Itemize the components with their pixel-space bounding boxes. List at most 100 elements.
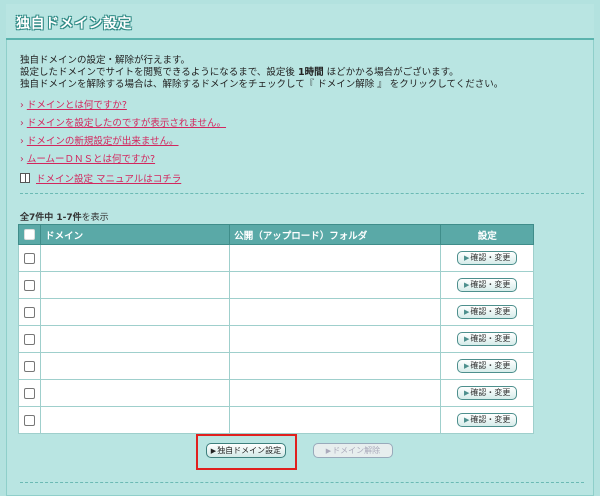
arrow-right-icon: ▶ — [464, 308, 470, 316]
confirm-change-label: 確認・変更 — [470, 280, 511, 289]
domain-cell — [40, 406, 231, 434]
select-all-cell — [17, 224, 42, 245]
row-checkbox[interactable] — [24, 252, 36, 264]
folder-cell — [229, 244, 442, 272]
arrow-right-icon: ▶ — [464, 416, 470, 424]
row-checkbox[interactable] — [24, 333, 36, 345]
confirm-change-label: 確認・変更 — [470, 334, 511, 343]
row-check-cell — [17, 379, 42, 407]
manual-link-row: ドメイン設定 マニュアルはコチラ — [20, 171, 181, 185]
setting-cell: ▶確認・変更 — [440, 244, 534, 272]
manual-link[interactable]: ドメイン設定 マニュアルはコチラ — [36, 174, 181, 185]
domain-cell — [40, 352, 231, 380]
row-check-cell — [17, 298, 42, 326]
help-link-row: › ドメインの新規設定が出来ません。 — [20, 136, 226, 154]
help-link-row: › ドメインとは何ですか? — [20, 100, 226, 118]
row-checkbox[interactable] — [24, 387, 36, 399]
row-checkbox[interactable] — [24, 414, 36, 426]
arrow-right-icon: ▶ — [464, 362, 470, 370]
folder-cell — [229, 379, 442, 407]
setting-cell: ▶確認・変更 — [440, 352, 534, 380]
custom-domain-setting-button[interactable]: ▶独自ドメイン設定 — [206, 443, 286, 458]
arrow-right-icon: ▶ — [464, 281, 470, 289]
table-header-row: ドメイン 公開（アップロード）フォルダ 設定 — [17, 224, 534, 245]
domain-cell — [40, 325, 231, 353]
intro-line-2-bold: 1時間 — [297, 67, 324, 78]
help-link-what-is-domain[interactable]: ドメインとは何ですか? — [27, 100, 127, 111]
confirm-change-button[interactable]: ▶確認・変更 — [457, 413, 518, 427]
folder-cell — [229, 271, 442, 299]
result-count: 全7件中 1-7件を表示 — [20, 210, 109, 223]
folder-cell — [229, 325, 442, 353]
row-check-cell — [17, 352, 42, 380]
folder-cell — [229, 406, 442, 434]
table-row: ▶確認・変更 — [17, 298, 534, 326]
divider — [20, 193, 584, 194]
domain-cell — [40, 244, 231, 272]
setting-cell: ▶確認・変更 — [440, 406, 534, 434]
confirm-change-button[interactable]: ▶確認・変更 — [457, 386, 518, 400]
table-row: ▶確認・変更 — [17, 379, 534, 407]
intro-line-2: 設定したドメインでサイトを閲覧できるようになるまで、設定後 1時間 ほどかかる場… — [20, 67, 503, 79]
setting-cell: ▶確認・変更 — [440, 271, 534, 299]
row-check-cell — [17, 325, 42, 353]
confirm-change-label: 確認・変更 — [470, 307, 511, 316]
header-folder: 公開（アップロード）フォルダ — [229, 224, 442, 245]
result-count-bold: 全7件中 1-7件 — [20, 213, 82, 223]
header-domain: ドメイン — [40, 224, 231, 245]
book-icon — [20, 173, 30, 183]
bullet-icon: › — [20, 136, 24, 147]
intro-line-2-post: ほどかかる場合がございます。 — [323, 67, 459, 78]
confirm-change-button[interactable]: ▶確認・変更 — [457, 332, 518, 346]
confirm-change-button[interactable]: ▶確認・変更 — [457, 305, 518, 319]
table-row: ▶確認・変更 — [17, 244, 534, 272]
help-link-cannot-set[interactable]: ドメインの新規設定が出来ません。 — [27, 136, 179, 147]
table-row: ▶確認・変更 — [17, 271, 534, 299]
domain-cell — [40, 271, 231, 299]
domain-release-label: ドメイン解除 — [332, 446, 381, 455]
divider-bottom — [20, 482, 584, 483]
arrow-right-icon: ▶ — [210, 447, 217, 455]
help-link-muumuu-dns[interactable]: ムームーＤＮＳとは何ですか? — [27, 154, 155, 165]
row-check-cell — [17, 271, 42, 299]
arrow-right-icon: ▶ — [464, 389, 470, 397]
domain-cell — [40, 298, 231, 326]
confirm-change-label: 確認・変更 — [470, 253, 511, 262]
intro-line-1: 独自ドメインの設定・解除が行えます。 — [20, 55, 191, 66]
select-all-checkbox[interactable] — [24, 229, 36, 240]
table-row: ▶確認・変更 — [17, 325, 534, 353]
arrow-right-icon: ▶ — [325, 447, 332, 455]
intro-text: 独自ドメインの設定・解除が行えます。 設定したドメインでサイトを閲覧できるように… — [20, 55, 503, 91]
row-checkbox[interactable] — [24, 306, 36, 318]
arrow-right-icon: ▶ — [464, 254, 470, 262]
help-link-row: › ムームーＤＮＳとは何ですか? — [20, 154, 226, 172]
help-link-row: › ドメインを設定したのですが表示されません。 — [20, 118, 226, 136]
row-check-cell — [17, 244, 42, 272]
arrow-right-icon: ▶ — [464, 335, 470, 343]
bullet-icon: › — [20, 154, 24, 165]
intro-line-3: 独自ドメインを解除する場合は、解除するドメインをチェックして『 ドメイン解除 』… — [20, 79, 504, 90]
confirm-change-button[interactable]: ▶確認・変更 — [457, 251, 518, 265]
title-bar: 独自ドメイン設定 — [6, 4, 594, 40]
bullet-icon: › — [20, 100, 24, 111]
folder-cell — [229, 352, 442, 380]
table-row: ▶確認・変更 — [17, 406, 534, 434]
setting-cell: ▶確認・変更 — [440, 298, 534, 326]
result-count-suffix: を表示 — [81, 213, 109, 223]
setting-cell: ▶確認・変更 — [440, 325, 534, 353]
domain-cell — [40, 379, 231, 407]
intro-line-2-pre: 設定したドメインでサイトを閲覧できるようになるまで、設定後 — [20, 67, 298, 78]
bullet-icon: › — [20, 118, 24, 129]
confirm-change-label: 確認・変更 — [470, 388, 511, 397]
setting-cell: ▶確認・変更 — [440, 379, 534, 407]
table-row: ▶確認・変更 — [17, 352, 534, 380]
domain-release-button[interactable]: ▶ドメイン解除 — [313, 443, 393, 458]
row-checkbox[interactable] — [24, 279, 36, 291]
confirm-change-label: 確認・変更 — [470, 415, 511, 424]
confirm-change-button[interactable]: ▶確認・変更 — [457, 359, 518, 373]
header-setting: 設定 — [440, 224, 534, 245]
row-checkbox[interactable] — [24, 360, 36, 372]
help-link-not-displayed[interactable]: ドメインを設定したのですが表示されません。 — [27, 118, 226, 129]
custom-domain-setting-label: 独自ドメイン設定 — [217, 446, 282, 455]
confirm-change-button[interactable]: ▶確認・変更 — [457, 278, 518, 292]
